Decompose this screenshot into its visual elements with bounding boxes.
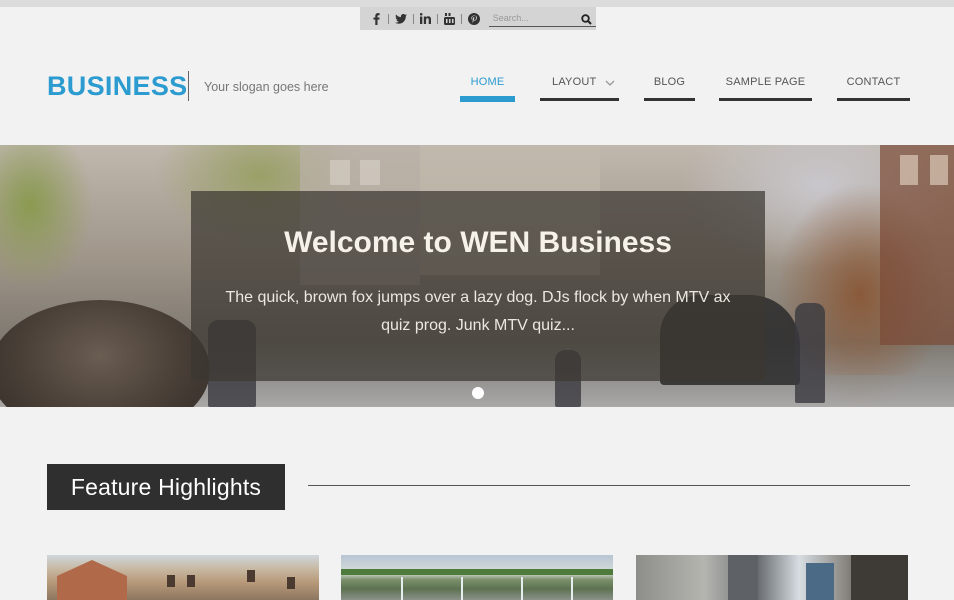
nav-item-label: BLOG [653, 76, 686, 88]
divider [388, 13, 390, 24]
nav-item-label: LAYOUT [552, 76, 597, 88]
glass-line [521, 577, 523, 600]
site-slogan: Your slogan goes here [204, 80, 329, 94]
pinterest-icon[interactable] [467, 12, 481, 26]
chevron-down-icon [605, 78, 615, 86]
feature-thumbnail[interactable] [636, 555, 908, 600]
twitter-icon[interactable] [394, 12, 408, 26]
divider [437, 13, 439, 24]
building-window [930, 155, 948, 185]
nav-item-blog[interactable]: BLOG [644, 76, 695, 101]
facebook-icon[interactable] [370, 12, 383, 26]
person-figure [795, 303, 825, 403]
window-shape [167, 575, 175, 587]
nav-item-label: SAMPLE PAGE [725, 76, 806, 88]
section-title-box: Feature Highlights [47, 464, 285, 510]
youtube-icon[interactable] [443, 12, 456, 26]
window-shape [187, 575, 195, 587]
nav-item-contact[interactable]: CONTACT [837, 76, 910, 101]
roof-shape [57, 560, 127, 600]
tower-shape [851, 555, 908, 600]
logo-divider [188, 71, 189, 101]
nav-item-home[interactable]: HOME [460, 76, 515, 102]
window-shape [247, 570, 255, 582]
section-divider [308, 485, 910, 486]
tower-shape [728, 555, 758, 600]
window-shape [287, 577, 295, 589]
search-input[interactable] [488, 13, 579, 23]
building-window [900, 155, 918, 185]
hero-text: The quick, brown fox jumps over a lazy d… [225, 289, 731, 334]
linkedin-icon[interactable] [419, 12, 432, 26]
glass-line [461, 577, 463, 600]
slider-dot[interactable] [472, 387, 484, 399]
green-roof [341, 569, 613, 575]
foreground-head [0, 300, 210, 407]
hero-slider: Welcome to WEN Business The quick, brown… [0, 145, 954, 407]
building-window [360, 160, 380, 185]
divider [412, 13, 414, 24]
glass-line [571, 577, 573, 600]
building-window [330, 160, 350, 185]
social-bar [360, 7, 596, 30]
feature-thumbnail[interactable] [47, 555, 319, 600]
site-logo[interactable]: BUSINESS [47, 71, 187, 102]
glass-line [401, 577, 403, 600]
nav-item-layout[interactable]: LAYOUT [540, 76, 619, 101]
divider [461, 13, 463, 24]
search-box [488, 10, 596, 27]
hero-caption-box: Welcome to WEN Business The quick, brown… [191, 191, 765, 381]
section-title: Feature Highlights [70, 473, 262, 500]
top-strip [0, 0, 954, 7]
nav-item-label: CONTACT [846, 76, 901, 88]
search-icon[interactable] [581, 12, 593, 25]
hero-title: Welcome to WEN Business [284, 226, 672, 259]
nav-item-label: HOME [470, 76, 505, 88]
nav-item-sample-page[interactable]: SAMPLE PAGE [719, 76, 812, 101]
tower-shape [806, 563, 834, 600]
feature-thumbnail[interactable] [341, 555, 613, 600]
